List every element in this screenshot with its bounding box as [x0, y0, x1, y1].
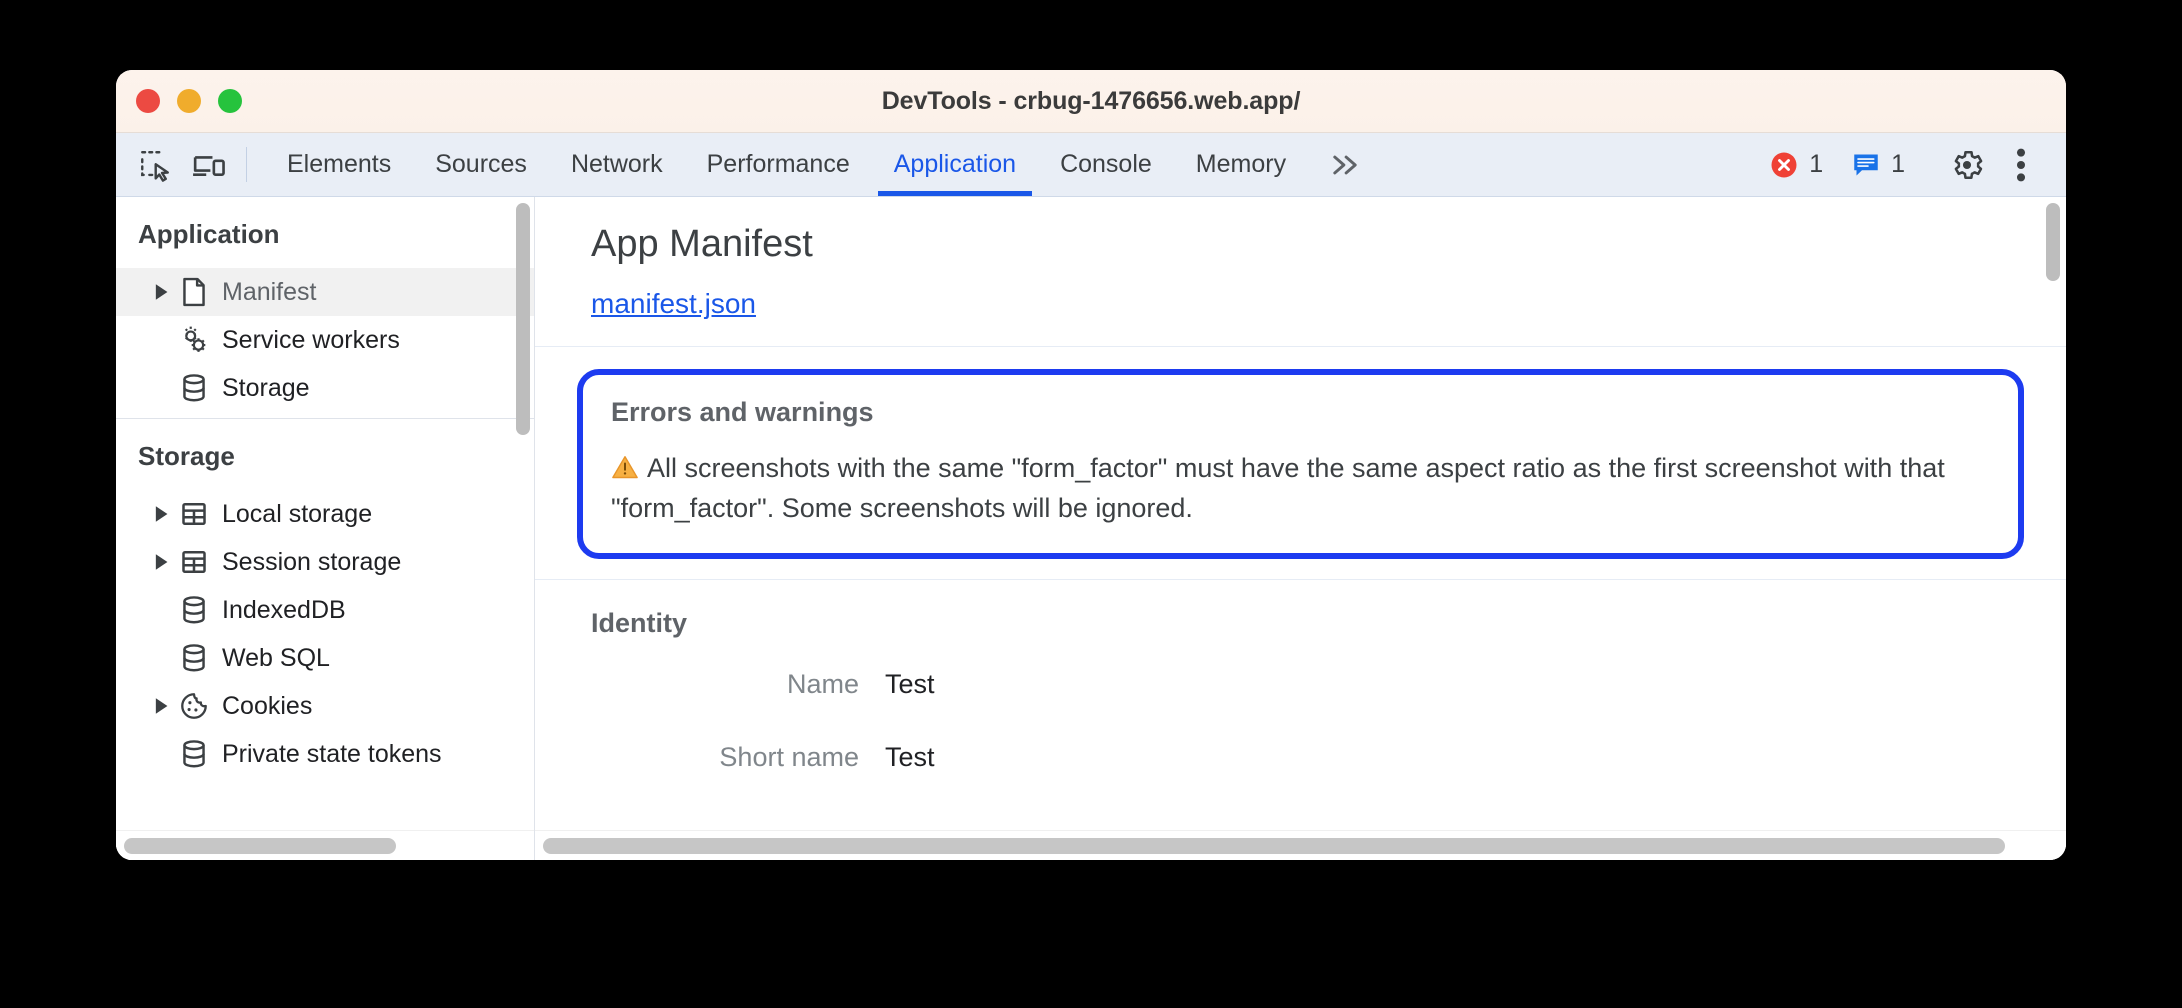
sidebar-item-label: Web SQL: [222, 643, 330, 672]
sidebar-item-label: Local storage: [222, 499, 373, 528]
window-title: DevTools - crbug-1476656.web.app/: [881, 86, 1301, 115]
warning-message-row: All screenshots with the same "form_fact…: [611, 450, 1990, 527]
tab-label: Sources: [435, 150, 527, 178]
scrollbar-thumb[interactable]: [543, 837, 2005, 854]
tab-elements[interactable]: Elements: [265, 133, 413, 196]
sidebar-section-application-title: Application: [138, 219, 280, 249]
three-dot-menu-icon[interactable]: [1994, 138, 2048, 192]
minimize-window-button[interactable]: [177, 89, 201, 113]
sidebar-item-private-state-tokens[interactable]: Private state tokens: [116, 730, 534, 778]
sidebar-item-label: Storage: [222, 373, 310, 402]
panel-tabs: Elements Sources Network Performance App…: [265, 133, 1308, 196]
disclosure-triangle-icon[interactable]: [146, 553, 176, 571]
devtools-toolbar: Elements Sources Network Performance App…: [116, 133, 2066, 197]
sidebar-item-cookies[interactable]: Cookies: [116, 682, 534, 730]
tab-label: Network: [570, 150, 663, 178]
field-label: Name: [786, 668, 859, 699]
tab-label: Elements: [287, 150, 392, 178]
inspect-element-icon[interactable]: [128, 133, 182, 196]
table-icon: [176, 500, 212, 528]
devtools-body: Application Manifest Service workers Sto…: [116, 197, 2066, 860]
database-icon: [176, 739, 212, 769]
error-circle-icon: [1771, 152, 1797, 177]
sidebar-item-session-storage[interactable]: Session storage: [116, 538, 534, 586]
identity-section: Identity Name Test Short name Test: [535, 580, 2066, 773]
sidebar-item-storage[interactable]: Storage: [116, 364, 534, 412]
page-title: App Manifest: [591, 223, 813, 265]
tab-console[interactable]: Console: [1038, 133, 1174, 196]
errors-highlight-box: Errors and warnings All screenshots with…: [577, 369, 2024, 559]
traffic-lights: [136, 89, 242, 113]
more-tabs-chevron-icon[interactable]: [1308, 133, 1382, 196]
message-count-label: 1: [1891, 150, 1905, 178]
field-value: Test: [885, 668, 935, 699]
screenshot-root: DevTools - crbug-1476656.web.app/ Elemen…: [0, 0, 2182, 1008]
field-label: Short name: [719, 741, 859, 772]
sidebar-item-service-workers[interactable]: Service workers: [116, 316, 534, 364]
identity-section-title: Identity: [591, 607, 688, 638]
identity-field-name: Name Test: [535, 669, 2066, 700]
disclosure-triangle-icon[interactable]: [146, 505, 176, 523]
window-titlebar: DevTools - crbug-1476656.web.app/: [116, 70, 2066, 133]
identity-field-short-name: Short name Test: [535, 742, 2066, 773]
tab-performance[interactable]: Performance: [685, 133, 872, 196]
scrollbar-thumb[interactable]: [124, 837, 396, 854]
sidebar-item-manifest[interactable]: Manifest: [116, 268, 534, 316]
sidebar-item-label: Session storage: [222, 547, 402, 576]
sidebar-item-indexeddb[interactable]: IndexedDB: [116, 586, 534, 634]
manifest-vertical-scrollbar[interactable]: [2046, 203, 2060, 281]
maximize-window-button[interactable]: [218, 89, 242, 113]
application-sidebar: Application Manifest Service workers Sto…: [116, 197, 535, 860]
error-count-label: 1: [1809, 150, 1824, 178]
warning-triangle-icon: [611, 453, 639, 490]
sidebar-horizontal-scrollbar[interactable]: [116, 830, 534, 860]
gear-icon[interactable]: [1940, 138, 1994, 192]
document-icon: [176, 277, 212, 307]
database-icon: [176, 643, 212, 673]
disclosure-triangle-icon[interactable]: [146, 697, 176, 715]
toolbar-divider: [246, 147, 247, 182]
sidebar-item-label: IndexedDB: [222, 595, 346, 624]
devtools-window: DevTools - crbug-1476656.web.app/ Elemen…: [116, 70, 2066, 860]
sidebar-item-label: Private state tokens: [222, 739, 442, 768]
tab-application[interactable]: Application: [872, 133, 1038, 196]
manifest-scroll-area: App Manifest manifest.json Errors and wa…: [535, 197, 2066, 830]
manifest-header: App Manifest manifest.json: [535, 197, 2066, 346]
toolbar-right-group: 1 1: [1755, 133, 2066, 196]
message-count-badge[interactable]: 1: [1837, 150, 1919, 180]
cookie-icon: [176, 691, 212, 721]
tab-memory[interactable]: Memory: [1174, 133, 1308, 196]
sidebar-item-local-storage[interactable]: Local storage: [116, 490, 534, 538]
sidebar-item-label: Service workers: [222, 325, 400, 354]
field-value: Test: [885, 741, 935, 772]
sidebar-scroll-area: Application Manifest Service workers Sto…: [116, 197, 534, 830]
sidebar-item-web-sql[interactable]: Web SQL: [116, 634, 534, 682]
sidebar-item-label: Cookies: [222, 691, 313, 720]
gears-icon: [176, 325, 212, 355]
sidebar-item-label: Manifest: [222, 277, 317, 306]
manifest-panel: App Manifest manifest.json Errors and wa…: [535, 197, 2066, 860]
manifest-horizontal-scrollbar[interactable]: [535, 830, 2066, 860]
tab-network[interactable]: Network: [549, 133, 685, 196]
tab-label: Console: [1060, 150, 1152, 178]
errors-and-warnings-section: Errors and warnings All screenshots with…: [535, 347, 2066, 579]
errors-section-title: Errors and warnings: [611, 397, 874, 427]
tab-label: Memory: [1195, 150, 1287, 178]
tab-sources[interactable]: Sources: [413, 133, 549, 196]
close-window-button[interactable]: [136, 89, 160, 113]
sidebar-vertical-scrollbar[interactable]: [516, 203, 530, 435]
tab-label: Application: [893, 150, 1017, 178]
table-icon: [176, 548, 212, 576]
manifest-json-link[interactable]: manifest.json: [591, 288, 756, 320]
device-toolbar-icon[interactable]: [182, 133, 236, 196]
tab-label: Performance: [706, 150, 850, 178]
warning-message-text: All screenshots with the same "form_fact…: [611, 453, 1945, 523]
disclosure-triangle-icon[interactable]: [146, 283, 176, 301]
database-icon: [176, 373, 212, 403]
message-bubble-icon: [1854, 154, 1878, 175]
error-count-badge[interactable]: 1: [1755, 150, 1837, 180]
database-icon: [176, 595, 212, 625]
sidebar-section-storage-title: Storage: [138, 441, 235, 471]
